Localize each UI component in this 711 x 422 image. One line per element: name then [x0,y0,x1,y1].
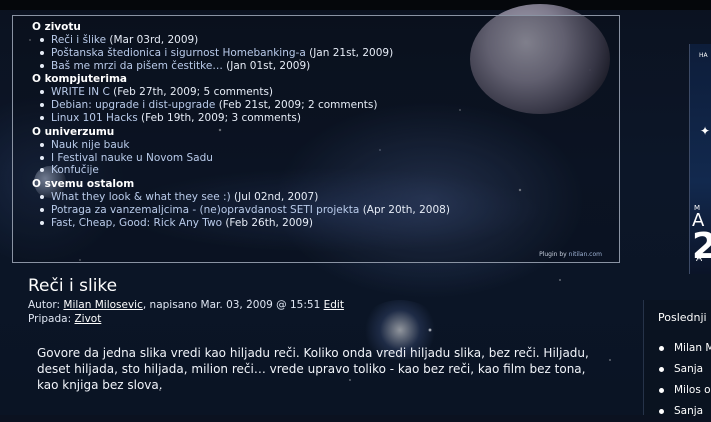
side-banner[interactable]: HA ✦ M A 2 A [689,44,711,274]
plugin-credit-link[interactable]: nitilan.com [569,251,602,258]
post-list-item: Konfučije [40,164,619,177]
post-date-info: (Jan 01st, 2009) [222,59,311,72]
post-list-item: WRITE IN C (Feb 27th, 2009; 5 comments) [40,86,619,99]
post-date-info: (Feb 26th, 2009) [222,216,313,229]
latest-comments-list: Milan M Sanja Milos o Sanja [658,338,711,422]
category-post-list: Nauk nije bauk I Festival nauke u Novom S… [13,139,619,177]
post-link[interactable]: Potraga za vanzemaljcima - (ne)opravdano… [51,204,359,216]
post-link[interactable]: Reči i šlike [51,34,106,46]
post-link[interactable]: Baš me mrzi da pišem čestitke… [51,60,223,72]
post-date-info: (Feb 21st, 2009; 2 comments) [215,99,378,112]
recent-posts-categories: O zivotu Reči i šlike (Mar 03rd, 2009) Poš… [13,21,619,230]
category-heading: O univerzumu [32,125,115,138]
post-list-item: What they look & what they see :) (Jul 0… [40,191,619,204]
post-body: Govore da jedna slika vredi kao hiljadu … [37,346,589,392]
banner-text-top: HA [699,52,708,59]
post-date-info: (Apr 20th, 2008) [359,203,450,216]
post-meta: Autor: Milan Milosevic, napisano Mar. 03… [28,298,344,326]
post-date-info: (Jan 21st, 2009) [305,46,394,59]
category-post-list: What they look & what they see :) (Jul 0… [13,191,619,229]
post-link[interactable]: Nauk nije bauk [51,139,129,151]
post-link[interactable]: Fast, Cheap, Good: Rick Any Two [51,217,222,229]
top-bar [0,0,711,10]
banner-text-bottom: A [696,254,703,264]
edit-link[interactable]: Edit [324,299,344,311]
plugin-credit-prefix: Plugin by [539,251,569,258]
post-date-info: (Mar 03rd, 2009) [106,34,199,46]
category-link[interactable]: Zivot [74,313,101,325]
post-list-item: Fast, Cheap, Good: Rick Any Two (Feb 26t… [40,216,619,230]
category-heading: O kompjuterima [32,73,127,86]
post-date: , napisano Mar. 03, 2009 @ 15:51 [142,299,324,311]
post-link[interactable]: Konfučije [51,164,99,176]
post-list-item: Baš me mrzi da pišem čestitke… (Jan 01st… [40,59,619,73]
latest-comment-item[interactable]: Milos o [658,380,711,401]
post-link[interactable]: Poštanska štedionica i sigurnost Homeban… [51,47,306,59]
post-title[interactable]: Reči i slike [28,276,117,296]
post-date-info: (Jul 02nd, 2007) [230,191,319,204]
post-link[interactable]: What they look & what they see :) [51,191,231,203]
post-link[interactable]: Linux 101 Hacks [51,112,138,124]
latest-comments-panel: Poslednji k Milan M Sanja Milos o Sanja [643,300,711,417]
recent-posts-box: O zivotu Reči i šlike (Mar 03rd, 2009) Poš… [12,15,620,263]
plugin-credit: Plugin by nitilan.com [539,251,602,258]
post-list-item: Debian: upgrade i dist-upgrade (Feb 21st… [40,99,619,112]
author-link[interactable]: Milan Milosevic [63,299,142,311]
post-list-item: Potraga za vanzemaljcima - (ne)opravdano… [40,203,619,217]
category-heading: O svemu ostalom [32,178,135,191]
sparkle-icon: ✦ [700,124,711,138]
category-post-list: Reči i šlike (Mar 03rd, 2009) Poštanska š… [13,34,619,72]
post-list-item: Linux 101 Hacks (Feb 19th, 2009; 3 comme… [40,111,619,125]
category-heading: O zivotu [32,21,81,33]
post-link[interactable]: WRITE IN C [51,86,110,98]
post-link[interactable]: I Festival nauke u Novom Sadu [51,152,213,164]
author-prefix: Autor: [28,299,64,311]
latest-comment-item[interactable]: Milan M [658,338,711,359]
post-list-item: Reči i šlike (Mar 03rd, 2009) [40,34,619,47]
latest-comments-title: Poslednji k [658,311,711,324]
post-date-info: (Feb 19th, 2009; 3 comments) [137,111,301,124]
category-post-list: WRITE IN C (Feb 27th, 2009; 5 comments) D… [13,86,619,124]
post-date-info: (Feb 27th, 2009; 5 comments) [109,86,274,99]
latest-comment-item[interactable]: Sanja [658,359,711,380]
post-link[interactable]: Debian: upgrade i dist-upgrade [51,99,215,111]
post-list-item: I Festival nauke u Novom Sadu [40,152,619,165]
latest-comment-item[interactable]: Sanja [658,401,711,422]
category-prefix: Pripada: [28,313,75,325]
post-list-item: Nauk nije bauk [40,139,619,152]
post-list-item: Poštanska štedionica i sigurnost Homeban… [40,46,619,60]
